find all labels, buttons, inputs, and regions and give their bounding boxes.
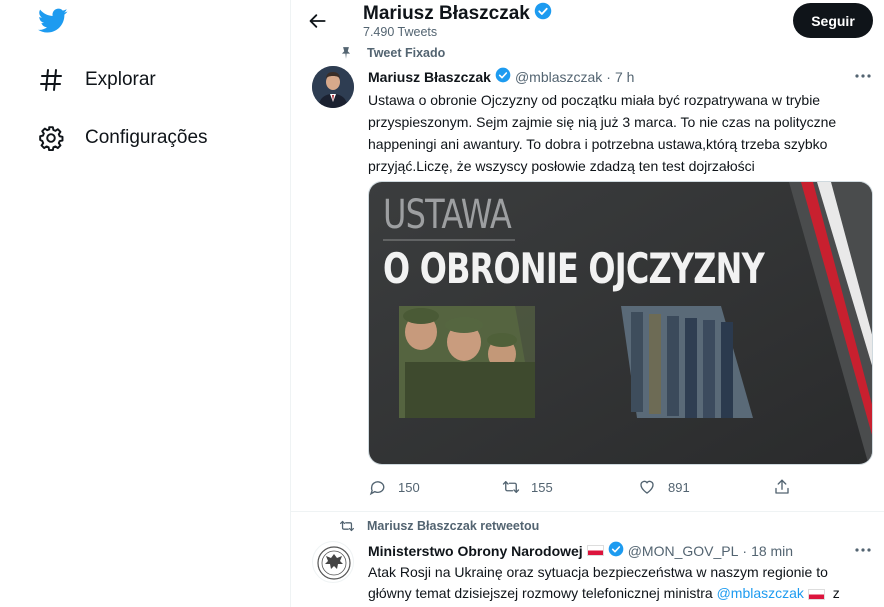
tweet-author[interactable]: Mariusz Błaszczak bbox=[368, 69, 491, 85]
verified-badge-icon bbox=[495, 67, 511, 86]
tweet-header: Ministerstwo Obrony Narodowej @MON_GOV_P… bbox=[368, 541, 793, 560]
more-options-icon[interactable] bbox=[852, 69, 874, 83]
retweet-context: Mariusz Błaszczak retweetou bbox=[339, 519, 539, 533]
tweet-media-image[interactable]: USTAWA O OBRONIE OJCZYZNY bbox=[368, 181, 873, 465]
reply-button[interactable]: 150 bbox=[368, 478, 420, 496]
share-icon bbox=[773, 478, 791, 496]
meta-separator: · bbox=[742, 542, 748, 559]
tweet-author[interactable]: Ministerstwo Obrony Narodowej bbox=[368, 543, 583, 559]
twitter-bird-icon[interactable] bbox=[38, 8, 68, 34]
like-button[interactable]: 891 bbox=[638, 478, 690, 496]
retweet-count: 155 bbox=[531, 479, 553, 495]
left-sidebar: Explorar Configurações bbox=[0, 0, 290, 607]
retweet-button[interactable]: 155 bbox=[501, 478, 553, 496]
poland-flag-icon bbox=[586, 545, 604, 556]
tweet-handle[interactable]: @MON_GOV_PL bbox=[628, 543, 739, 559]
tweet-actions: 150 155 891 bbox=[368, 478, 873, 498]
profile-name: Mariusz Błaszczak bbox=[363, 2, 552, 26]
tweet-time[interactable]: 18 min bbox=[751, 543, 793, 559]
avatar[interactable] bbox=[312, 66, 354, 108]
share-button[interactable] bbox=[773, 478, 803, 496]
tweet-text: Atak Rosji na Ukrainę oraz sytuacja bezp… bbox=[368, 562, 874, 604]
profile-name-text: Mariusz Błaszczak bbox=[363, 3, 530, 24]
heart-icon bbox=[638, 478, 656, 496]
like-count: 891 bbox=[668, 479, 690, 495]
retweet-icon bbox=[339, 519, 355, 533]
tweet-divider bbox=[291, 511, 884, 512]
sidebar-item-label: Configurações bbox=[85, 127, 208, 148]
media-title-line2: O OBRONIE OJCZYZNY bbox=[383, 244, 765, 293]
more-options-icon[interactable] bbox=[852, 543, 874, 557]
tweet-time[interactable]: 7 h bbox=[615, 69, 634, 85]
follow-button[interactable]: Seguir bbox=[793, 3, 873, 38]
sidebar-item-label: Explorar bbox=[85, 69, 156, 90]
meta-separator: · bbox=[606, 68, 611, 85]
verified-badge-icon bbox=[608, 541, 624, 560]
profile-timeline: Mariusz Błaszczak 7.490 Tweets Seguir Tw… bbox=[291, 0, 884, 607]
sidebar-item-configuracoes[interactable]: Configurações bbox=[36, 118, 208, 158]
profile-header: Mariusz Błaszczak 7.490 Tweets Seguir bbox=[291, 0, 884, 42]
tweet-handle[interactable]: @mblaszczak bbox=[515, 69, 602, 85]
avatar[interactable] bbox=[312, 541, 354, 583]
tweet-text: Ustawa o obronie Ojczyzny od początku mi… bbox=[368, 92, 837, 174]
retweet-icon bbox=[501, 478, 520, 496]
sidebar-item-explorar[interactable]: Explorar bbox=[36, 60, 156, 100]
gear-icon bbox=[36, 123, 66, 153]
reply-count: 150 bbox=[398, 479, 420, 495]
mention-link[interactable]: @mblaszczak bbox=[717, 585, 804, 601]
verified-badge-icon bbox=[534, 2, 552, 26]
reply-icon bbox=[368, 478, 386, 496]
media-title-line1: USTAWA bbox=[383, 192, 512, 238]
pinned-indicator: Tweet Fixado bbox=[339, 46, 445, 60]
tweet-count: 7.490 Tweets bbox=[363, 25, 438, 39]
back-arrow-icon[interactable] bbox=[305, 8, 331, 34]
tweet-text-part: z bbox=[828, 585, 840, 601]
tweet-header: Mariusz Błaszczak @mblaszczak · 7 h bbox=[368, 67, 634, 86]
retweet-context-label[interactable]: Mariusz Błaszczak retweetou bbox=[367, 519, 539, 533]
pinned-label: Tweet Fixado bbox=[367, 46, 446, 60]
hashtag-icon bbox=[36, 65, 66, 95]
pin-icon bbox=[339, 46, 353, 60]
poland-flag-icon bbox=[807, 588, 825, 600]
